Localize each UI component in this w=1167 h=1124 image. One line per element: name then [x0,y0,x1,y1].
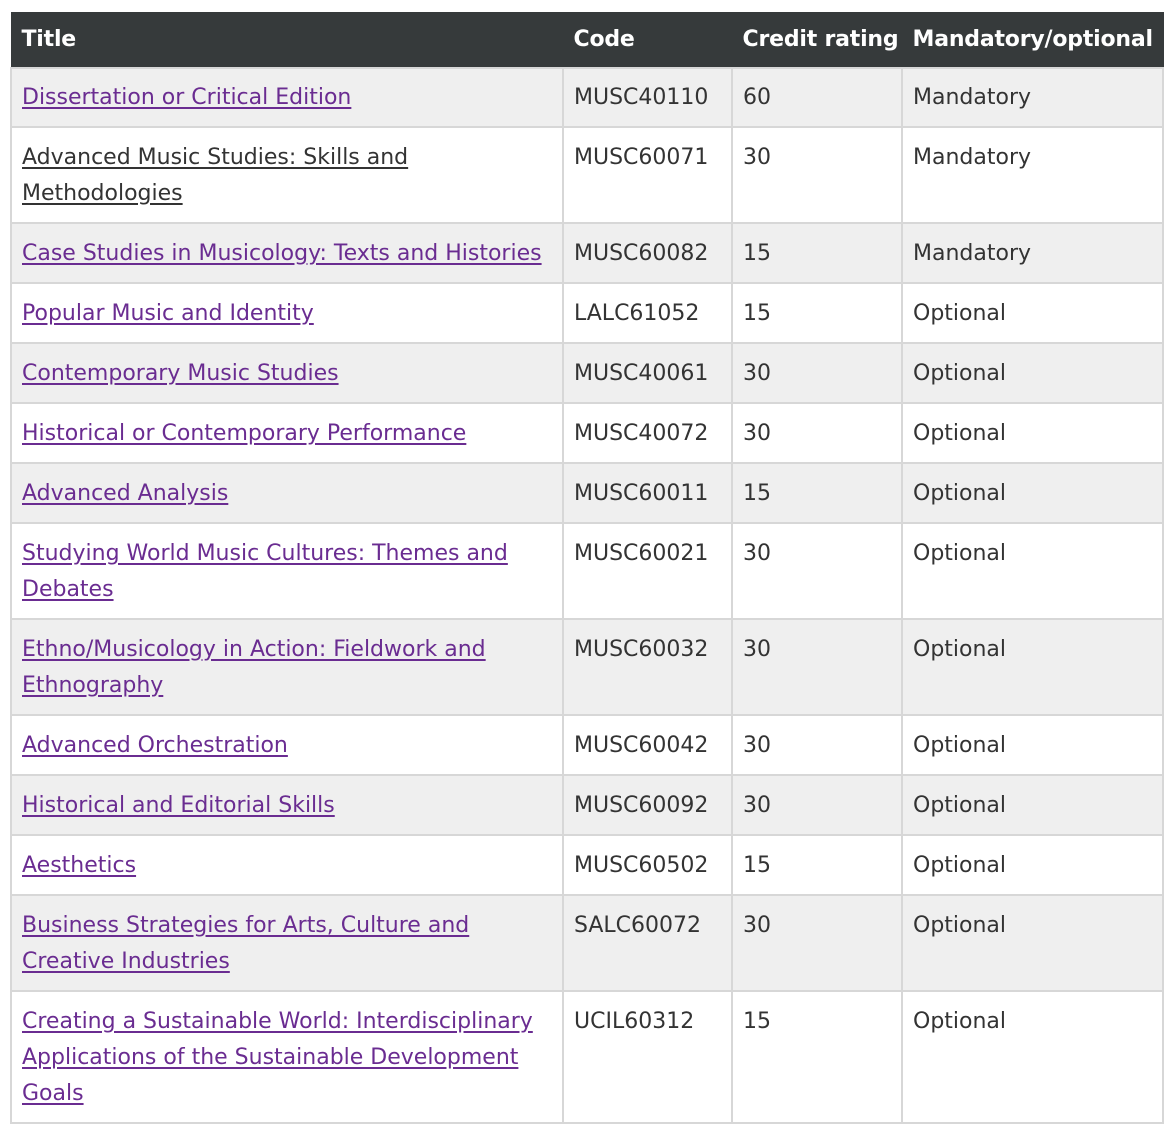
code-cell: MUSC60082 [562,222,733,284]
credit-cell: 30 [731,402,903,464]
status-cell: Optional [901,714,1164,776]
table-row: Creating a Sustainable World: Interdisci… [10,990,1164,1124]
status-cell: Mandatory [901,126,1164,224]
credit-cell: 30 [731,126,903,224]
status-cell: Optional [901,894,1164,992]
course-link[interactable]: Advanced Orchestration [22,733,288,758]
title-cell: Creating a Sustainable World: Interdisci… [10,990,564,1124]
credit-cell: 60 [731,67,903,128]
code-cell: SALC60072 [562,894,733,992]
credit-cell: 30 [731,618,903,716]
course-link[interactable]: Case Studies in Musicology: Texts and Hi… [22,241,542,266]
course-link[interactable]: Business Strategies for Arts, Culture an… [22,913,469,974]
course-link[interactable]: Historical or Contemporary Performance [22,421,466,446]
table-row: Historical or Contemporary Performance M… [10,402,1164,464]
credit-cell: 30 [731,774,903,836]
title-cell: Historical and Editorial Skills [10,774,564,836]
credit-cell: 15 [731,462,903,524]
table-row: Historical and Editorial Skills MUSC6009… [10,774,1164,836]
code-cell: MUSC60042 [562,714,733,776]
table-row: Dissertation or Critical Edition MUSC401… [10,67,1164,128]
title-cell: Aesthetics [10,834,564,896]
code-cell: MUSC60011 [562,462,733,524]
status-cell: Mandatory [901,222,1164,284]
course-link[interactable]: Contemporary Music Studies [22,361,339,386]
table-header: Title Code Credit rating Mandatory/optio… [10,12,1164,68]
table-row: Advanced Analysis MUSC60011 15 Optional [10,462,1164,524]
course-link[interactable]: Historical and Editorial Skills [22,793,335,818]
credit-cell: 30 [731,894,903,992]
credit-cell: 15 [731,990,903,1124]
credit-cell: 30 [731,714,903,776]
code-cell: UCIL60312 [562,990,733,1124]
course-units-table: Title Code Credit rating Mandatory/optio… [10,12,1164,1124]
table-row: Contemporary Music Studies MUSC40061 30 … [10,342,1164,404]
code-cell: MUSC60502 [562,834,733,896]
course-link[interactable]: Advanced Analysis [22,481,228,506]
header-code: Code [562,12,733,68]
status-cell: Optional [901,522,1164,620]
code-cell: LALC61052 [562,282,733,344]
table-row: Business Strategies for Arts, Culture an… [10,894,1164,992]
title-cell: Contemporary Music Studies [10,342,564,404]
course-link[interactable]: Creating a Sustainable World: Interdisci… [22,1009,533,1106]
title-cell: Case Studies in Musicology: Texts and Hi… [10,222,564,284]
header-credit-rating: Credit rating [731,12,903,68]
title-cell: Studying World Music Cultures: Themes an… [10,522,564,620]
table-body: Dissertation or Critical Edition MUSC401… [10,67,1164,1124]
header-title: Title [10,12,564,68]
title-cell: Dissertation or Critical Edition [10,67,564,128]
course-units-table-wrapper: Title Code Credit rating Mandatory/optio… [10,12,1164,1124]
course-link[interactable]: Ethno/Musicology in Action: Fieldwork an… [22,637,486,698]
course-link[interactable]: Popular Music and Identity [22,301,314,326]
status-cell: Optional [901,774,1164,836]
course-link[interactable]: Studying World Music Cultures: Themes an… [22,541,508,602]
header-mandatory-optional: Mandatory/optional [901,12,1164,68]
code-cell: MUSC60092 [562,774,733,836]
header-row: Title Code Credit rating Mandatory/optio… [10,12,1164,68]
status-cell: Optional [901,990,1164,1124]
status-cell: Optional [901,342,1164,404]
code-cell: MUSC40061 [562,342,733,404]
title-cell: Advanced Analysis [10,462,564,524]
title-cell: Popular Music and Identity [10,282,564,344]
title-cell: Ethno/Musicology in Action: Fieldwork an… [10,618,564,716]
table-row: Case Studies in Musicology: Texts and Hi… [10,222,1164,284]
course-link[interactable]: Advanced Music Studies: Skills and Metho… [22,145,408,206]
status-cell: Optional [901,618,1164,716]
code-cell: MUSC60032 [562,618,733,716]
title-cell: Historical or Contemporary Performance [10,402,564,464]
status-cell: Optional [901,402,1164,464]
credit-cell: 30 [731,342,903,404]
title-cell: Advanced Orchestration [10,714,564,776]
course-link[interactable]: Dissertation or Critical Edition [22,85,351,110]
title-cell: Business Strategies for Arts, Culture an… [10,894,564,992]
table-row: Advanced Music Studies: Skills and Metho… [10,126,1164,224]
code-cell: MUSC60071 [562,126,733,224]
course-link[interactable]: Aesthetics [22,853,136,878]
status-cell: Optional [901,282,1164,344]
code-cell: MUSC40072 [562,402,733,464]
status-cell: Optional [901,462,1164,524]
credit-cell: 15 [731,834,903,896]
credit-cell: 15 [731,282,903,344]
credit-cell: 30 [731,522,903,620]
title-cell: Advanced Music Studies: Skills and Metho… [10,126,564,224]
table-row: Popular Music and Identity LALC61052 15 … [10,282,1164,344]
code-cell: MUSC60021 [562,522,733,620]
table-row: Studying World Music Cultures: Themes an… [10,522,1164,620]
status-cell: Optional [901,834,1164,896]
table-row: Aesthetics MUSC60502 15 Optional [10,834,1164,896]
table-row: Advanced Orchestration MUSC60042 30 Opti… [10,714,1164,776]
status-cell: Mandatory [901,67,1164,128]
table-row: Ethno/Musicology in Action: Fieldwork an… [10,618,1164,716]
code-cell: MUSC40110 [562,67,733,128]
credit-cell: 15 [731,222,903,284]
